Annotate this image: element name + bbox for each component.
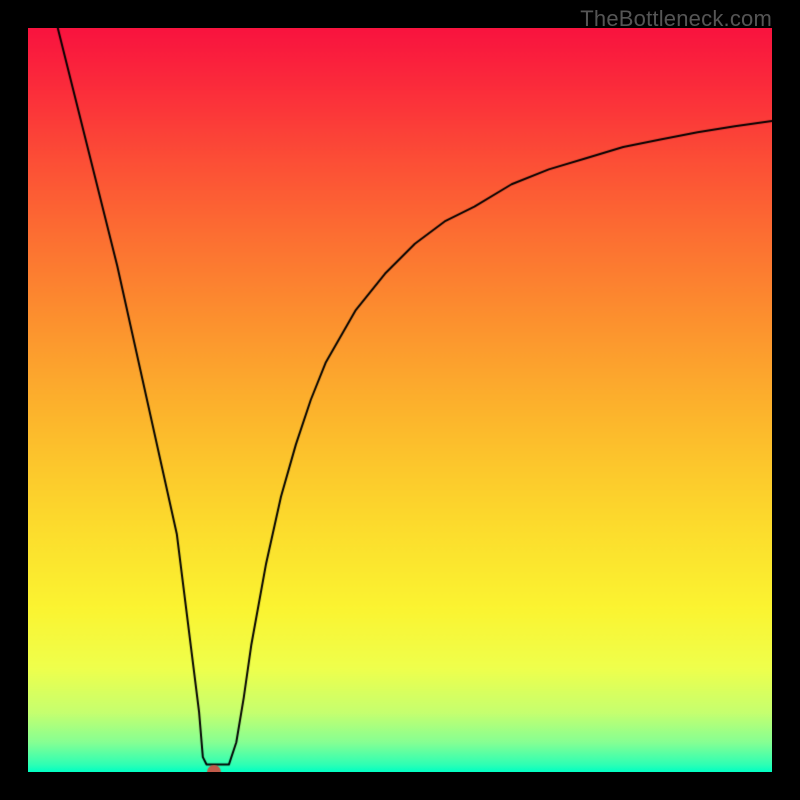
- chart-frame: TheBottleneck.com: [0, 0, 800, 800]
- plot-area: [28, 28, 772, 772]
- bottleneck-curve: [28, 28, 772, 772]
